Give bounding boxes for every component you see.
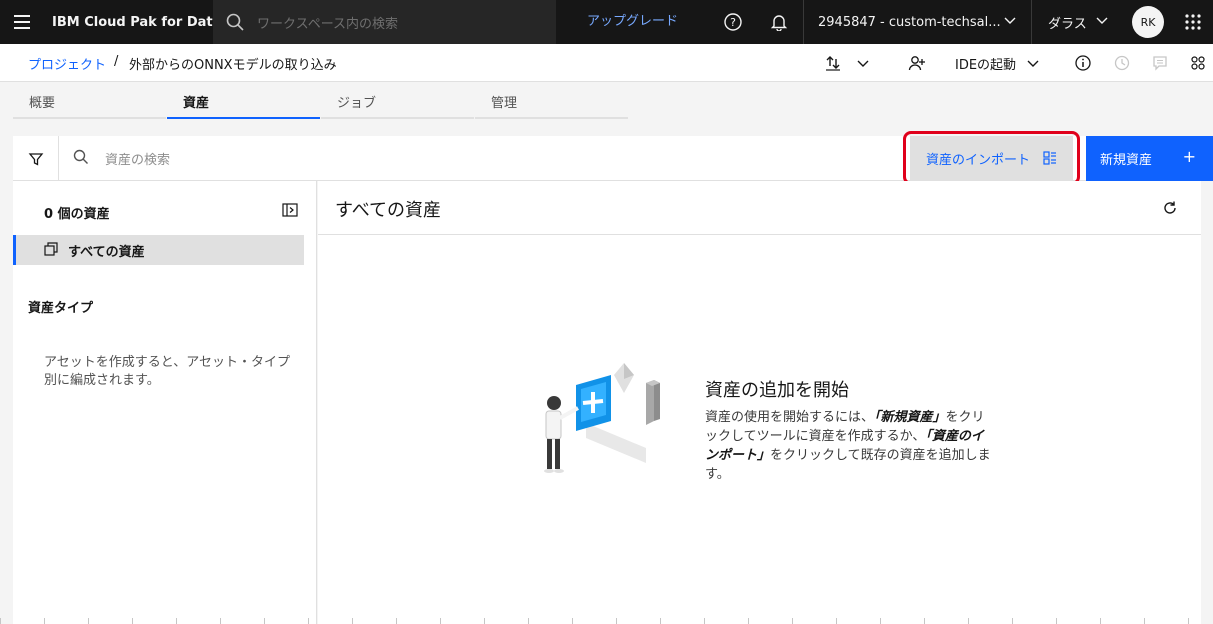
filter-icon[interactable] — [13, 136, 59, 181]
help-icon[interactable]: ? — [711, 0, 755, 44]
info-icon[interactable] — [1070, 44, 1096, 82]
collapse-panel-icon[interactable] — [282, 202, 298, 221]
project-header: プロジェクト / 外部からのONNXモデルの取り込み IDEの起動 — [0, 44, 1213, 82]
page-title: すべての資産 — [335, 200, 442, 221]
chevron-down-icon — [1095, 13, 1109, 31]
breadcrumb-projects-link[interactable]: プロジェクト — [28, 54, 106, 73]
breadcrumb-separator: / — [114, 54, 119, 69]
notification-icon[interactable] — [757, 0, 801, 44]
refresh-icon[interactable] — [1162, 200, 1178, 220]
comment-icon[interactable] — [1147, 44, 1173, 82]
empty-body-new-asset: 「新規資産」 — [874, 410, 946, 425]
add-user-icon[interactable] — [902, 44, 932, 82]
asset-search-placeholder: 資産の検索 — [105, 153, 171, 168]
tab-jobs[interactable]: ジョブ — [321, 82, 474, 119]
asset-types-help: アセットを作成すると、アセット・タイプ別に編成されます。 — [44, 355, 290, 388]
settings-icon[interactable] — [1185, 44, 1211, 82]
empty-state-body: 資産の使用を開始するには、「新規資産」をクリックしてツールに資産を作成するか、「… — [705, 408, 995, 484]
tab-manage[interactable]: 管理 — [475, 82, 628, 119]
tab-assets[interactable]: 資産 — [167, 82, 320, 119]
empty-body-text-1: 資産の使用を開始するには、 — [705, 410, 875, 425]
chevron-down-icon[interactable] — [850, 44, 876, 82]
avatar[interactable]: RK — [1132, 6, 1164, 38]
all-assets-nav-item[interactable]: すべての資産 — [13, 235, 304, 265]
asset-search-input[interactable]: 資産の検索 — [73, 136, 170, 181]
svg-text:?: ? — [730, 16, 736, 29]
product-name[interactable]: IBM Cloud Pak for Data — [44, 15, 237, 30]
breadcrumb-current-project: 外部からのONNXモデルの取り込み — [129, 58, 337, 73]
region-name: ダラス — [1048, 16, 1087, 32]
import-icon — [1043, 151, 1057, 169]
asset-side-panel: 0 個の資産 すべての資産 資産タイプ アセットを作成すると、アセット・タイプ別… — [13, 181, 317, 624]
search-icon — [213, 13, 257, 31]
upload-icon[interactable] — [818, 44, 848, 82]
asset-count: 0 個の資産 — [44, 207, 110, 222]
new-asset-button[interactable]: 新規資産 + — [1086, 136, 1213, 181]
region-switcher[interactable]: ダラス — [1031, 0, 1123, 44]
account-switcher[interactable]: 2945847 - custom-techsal... — [803, 0, 1031, 44]
workspace-search-placeholder: ワークスペース内の検索 — [257, 16, 399, 32]
copy-icon — [44, 242, 58, 260]
new-asset-label: 新規資産 — [1100, 153, 1153, 168]
plus-icon: + — [1182, 147, 1196, 166]
project-tabs: 概要 資産 ジョブ 管理 — [13, 82, 629, 119]
asset-toolbar: 資産の検索 資産のインポート 新規資産 + — [13, 136, 1213, 181]
import-assets-label: 資産のインポート — [926, 153, 1031, 168]
empty-state-illustration — [544, 363, 660, 473]
upgrade-link[interactable]: アップグレード — [587, 0, 678, 44]
asset-types-heading: 資産タイプ — [28, 301, 94, 316]
history-icon[interactable] — [1109, 44, 1135, 82]
empty-state-title: 資産の追加を開始 — [705, 380, 849, 401]
search-icon — [73, 149, 89, 169]
bottom-edge — [0, 618, 1213, 624]
chevron-down-icon[interactable] — [1021, 44, 1045, 82]
account-name: 2945847 - custom-techsal... — [818, 14, 1001, 30]
assets-main-panel: すべての資産 資産の追加を開始 資産の使用を開始するには、「新規資産」をクリック… — [318, 181, 1201, 624]
app-switcher-icon[interactable] — [1172, 0, 1213, 44]
panel-divider — [318, 234, 1201, 235]
ide-launch-button[interactable]: IDEの起動 — [955, 54, 1016, 73]
chevron-down-icon — [1003, 13, 1017, 31]
import-assets-button[interactable]: 資産のインポート — [910, 136, 1073, 181]
workspace-search[interactable]: ワークスペース内の検索 — [213, 0, 556, 44]
tab-overview[interactable]: 概要 — [13, 82, 166, 119]
all-assets-label: すべての資産 — [68, 244, 145, 260]
menu-icon[interactable] — [0, 0, 44, 44]
